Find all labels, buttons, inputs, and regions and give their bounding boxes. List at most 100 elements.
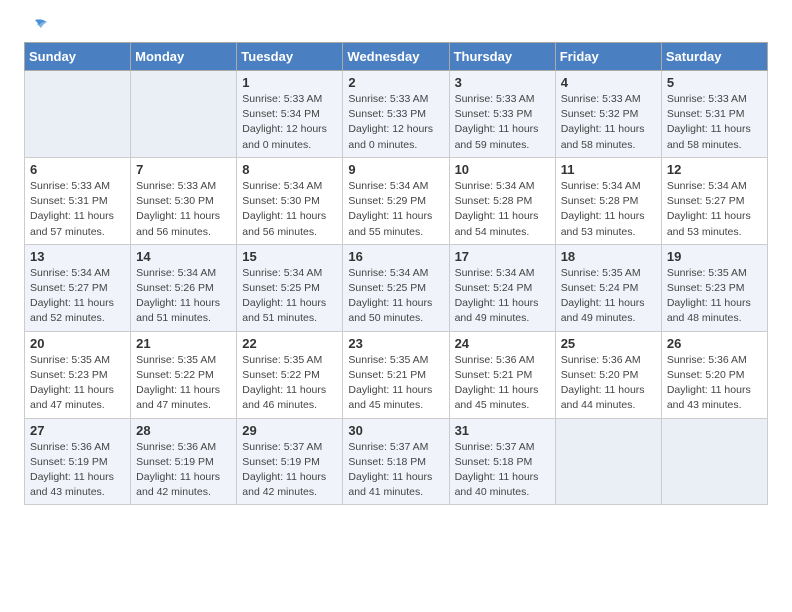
day-number: 9: [348, 162, 443, 177]
day-info: Sunrise: 5:34 AM Sunset: 5:27 PM Dayligh…: [667, 179, 762, 240]
day-info: Sunrise: 5:35 AM Sunset: 5:22 PM Dayligh…: [242, 353, 337, 414]
day-number: 6: [30, 162, 125, 177]
day-number: 18: [561, 249, 656, 264]
day-info: Sunrise: 5:36 AM Sunset: 5:20 PM Dayligh…: [561, 353, 656, 414]
day-info: Sunrise: 5:35 AM Sunset: 5:21 PM Dayligh…: [348, 353, 443, 414]
day-info: Sunrise: 5:33 AM Sunset: 5:31 PM Dayligh…: [30, 179, 125, 240]
calendar-cell: 26Sunrise: 5:36 AM Sunset: 5:20 PM Dayli…: [661, 331, 767, 418]
header: [24, 20, 768, 32]
calendar-header-thursday: Thursday: [449, 43, 555, 71]
calendar-cell: 5 Sunrise: 5:33 AM Sunset: 5:31 PM Daylig…: [661, 71, 767, 158]
day-info: Sunrise: 5:34 AM Sunset: 5:25 PM Dayligh…: [348, 266, 443, 327]
day-info: Sunrise: 5:37 AM Sunset: 5:18 PM Dayligh…: [455, 440, 550, 501]
day-info: Sunrise: 5:36 AM Sunset: 5:19 PM Dayligh…: [136, 440, 231, 501]
logo-bird-icon: [27, 18, 49, 34]
calendar-cell: 17 Sunrise: 5:34 AM Sunset: 5:24 PM Dayli…: [449, 244, 555, 331]
day-number: 16: [348, 249, 443, 264]
day-number: 22: [242, 336, 337, 351]
day-number: 7: [136, 162, 231, 177]
day-info: Sunrise: 5:33 AM Sunset: 5:31 PM Dayligh…: [667, 92, 762, 153]
calendar-cell: 22 Sunrise: 5:35 AM Sunset: 5:22 PM Dayli…: [237, 331, 343, 418]
calendar-cell: 18Sunrise: 5:35 AM Sunset: 5:24 PM Dayli…: [555, 244, 661, 331]
calendar-header-friday: Friday: [555, 43, 661, 71]
day-number: 11: [561, 162, 656, 177]
calendar-header-row: SundayMondayTuesdayWednesdayThursdayFrid…: [25, 43, 768, 71]
calendar-cell: [131, 71, 237, 158]
day-number: 21: [136, 336, 231, 351]
day-number: 23: [348, 336, 443, 351]
day-number: 20: [30, 336, 125, 351]
day-info: Sunrise: 5:37 AM Sunset: 5:18 PM Dayligh…: [348, 440, 443, 501]
calendar-cell: [661, 418, 767, 505]
day-info: Sunrise: 5:34 AM Sunset: 5:28 PM Dayligh…: [455, 179, 550, 240]
day-info: Sunrise: 5:33 AM Sunset: 5:34 PM Dayligh…: [242, 92, 337, 153]
day-info: Sunrise: 5:33 AM Sunset: 5:32 PM Dayligh…: [561, 92, 656, 153]
day-info: Sunrise: 5:34 AM Sunset: 5:25 PM Dayligh…: [242, 266, 337, 327]
calendar-cell: 1 Sunrise: 5:33 AM Sunset: 5:34 PM Daylig…: [237, 71, 343, 158]
day-number: 10: [455, 162, 550, 177]
day-number: 27: [30, 423, 125, 438]
calendar-cell: 2Sunrise: 5:33 AM Sunset: 5:33 PM Daylig…: [343, 71, 449, 158]
calendar-cell: 10 Sunrise: 5:34 AM Sunset: 5:28 PM Dayli…: [449, 157, 555, 244]
calendar-cell: 21Sunrise: 5:35 AM Sunset: 5:22 PM Dayli…: [131, 331, 237, 418]
calendar-cell: 16 Sunrise: 5:34 AM Sunset: 5:25 PM Dayli…: [343, 244, 449, 331]
calendar-cell: [25, 71, 131, 158]
day-number: 3: [455, 75, 550, 90]
day-info: Sunrise: 5:34 AM Sunset: 5:28 PM Dayligh…: [561, 179, 656, 240]
day-info: Sunrise: 5:33 AM Sunset: 5:33 PM Dayligh…: [455, 92, 550, 153]
calendar-table: SundayMondayTuesdayWednesdayThursdayFrid…: [24, 42, 768, 505]
day-number: 25: [561, 336, 656, 351]
calendar-header-wednesday: Wednesday: [343, 43, 449, 71]
day-number: 8: [242, 162, 337, 177]
calendar-cell: 9 Sunrise: 5:34 AM Sunset: 5:29 PM Daylig…: [343, 157, 449, 244]
calendar-week-row: 13 Sunrise: 5:34 AM Sunset: 5:27 PM Dayli…: [25, 244, 768, 331]
calendar-cell: 3 Sunrise: 5:33 AM Sunset: 5:33 PM Daylig…: [449, 71, 555, 158]
calendar-header-monday: Monday: [131, 43, 237, 71]
day-number: 15: [242, 249, 337, 264]
calendar-cell: 15 Sunrise: 5:34 AM Sunset: 5:25 PM Dayli…: [237, 244, 343, 331]
day-info: Sunrise: 5:37 AM Sunset: 5:19 PM Dayligh…: [242, 440, 337, 501]
calendar-cell: 25 Sunrise: 5:36 AM Sunset: 5:20 PM Dayli…: [555, 331, 661, 418]
day-number: 2: [348, 75, 443, 90]
calendar-cell: 31 Sunrise: 5:37 AM Sunset: 5:18 PM Dayli…: [449, 418, 555, 505]
calendar-cell: 4Sunrise: 5:33 AM Sunset: 5:32 PM Daylig…: [555, 71, 661, 158]
day-number: 1: [242, 75, 337, 90]
day-number: 29: [242, 423, 337, 438]
day-info: Sunrise: 5:35 AM Sunset: 5:23 PM Dayligh…: [667, 266, 762, 327]
calendar-cell: 20Sunrise: 5:35 AM Sunset: 5:23 PM Dayli…: [25, 331, 131, 418]
day-info: Sunrise: 5:34 AM Sunset: 5:29 PM Dayligh…: [348, 179, 443, 240]
day-number: 31: [455, 423, 550, 438]
day-number: 5: [667, 75, 762, 90]
day-number: 13: [30, 249, 125, 264]
day-number: 14: [136, 249, 231, 264]
calendar-cell: 27Sunrise: 5:36 AM Sunset: 5:19 PM Dayli…: [25, 418, 131, 505]
day-info: Sunrise: 5:36 AM Sunset: 5:21 PM Dayligh…: [455, 353, 550, 414]
calendar-cell: 13 Sunrise: 5:34 AM Sunset: 5:27 PM Dayli…: [25, 244, 131, 331]
calendar-week-row: 1 Sunrise: 5:33 AM Sunset: 5:34 PM Daylig…: [25, 71, 768, 158]
day-number: 12: [667, 162, 762, 177]
calendar-cell: 28 Sunrise: 5:36 AM Sunset: 5:19 PM Dayli…: [131, 418, 237, 505]
calendar-cell: 6 Sunrise: 5:33 AM Sunset: 5:31 PM Daylig…: [25, 157, 131, 244]
calendar-cell: 14 Sunrise: 5:34 AM Sunset: 5:26 PM Dayli…: [131, 244, 237, 331]
day-number: 28: [136, 423, 231, 438]
calendar-cell: 11 Sunrise: 5:34 AM Sunset: 5:28 PM Dayli…: [555, 157, 661, 244]
day-info: Sunrise: 5:34 AM Sunset: 5:24 PM Dayligh…: [455, 266, 550, 327]
day-number: 26: [667, 336, 762, 351]
day-info: Sunrise: 5:34 AM Sunset: 5:26 PM Dayligh…: [136, 266, 231, 327]
calendar-cell: 29 Sunrise: 5:37 AM Sunset: 5:19 PM Dayli…: [237, 418, 343, 505]
calendar-cell: 19 Sunrise: 5:35 AM Sunset: 5:23 PM Dayli…: [661, 244, 767, 331]
calendar-week-row: 6 Sunrise: 5:33 AM Sunset: 5:31 PM Daylig…: [25, 157, 768, 244]
logo: [24, 20, 49, 32]
calendar-cell: 23 Sunrise: 5:35 AM Sunset: 5:21 PM Dayli…: [343, 331, 449, 418]
day-info: Sunrise: 5:34 AM Sunset: 5:27 PM Dayligh…: [30, 266, 125, 327]
day-number: 19: [667, 249, 762, 264]
calendar-week-row: 27 Sunrise: 5:36 AM Sunset: 5:19 PM Dayli…: [25, 418, 768, 505]
calendar-cell: 30Sunrise: 5:37 AM Sunset: 5:18 PM Dayli…: [343, 418, 449, 505]
day-info: Sunrise: 5:33 AM Sunset: 5:30 PM Dayligh…: [136, 179, 231, 240]
day-number: 17: [455, 249, 550, 264]
calendar-header-tuesday: Tuesday: [237, 43, 343, 71]
page: SundayMondayTuesdayWednesdayThursdayFrid…: [0, 0, 792, 525]
calendar-cell: 12 Sunrise: 5:34 AM Sunset: 5:27 PM Dayli…: [661, 157, 767, 244]
day-info: Sunrise: 5:34 AM Sunset: 5:30 PM Dayligh…: [242, 179, 337, 240]
calendar-cell: 7 Sunrise: 5:33 AM Sunset: 5:30 PM Daylig…: [131, 157, 237, 244]
